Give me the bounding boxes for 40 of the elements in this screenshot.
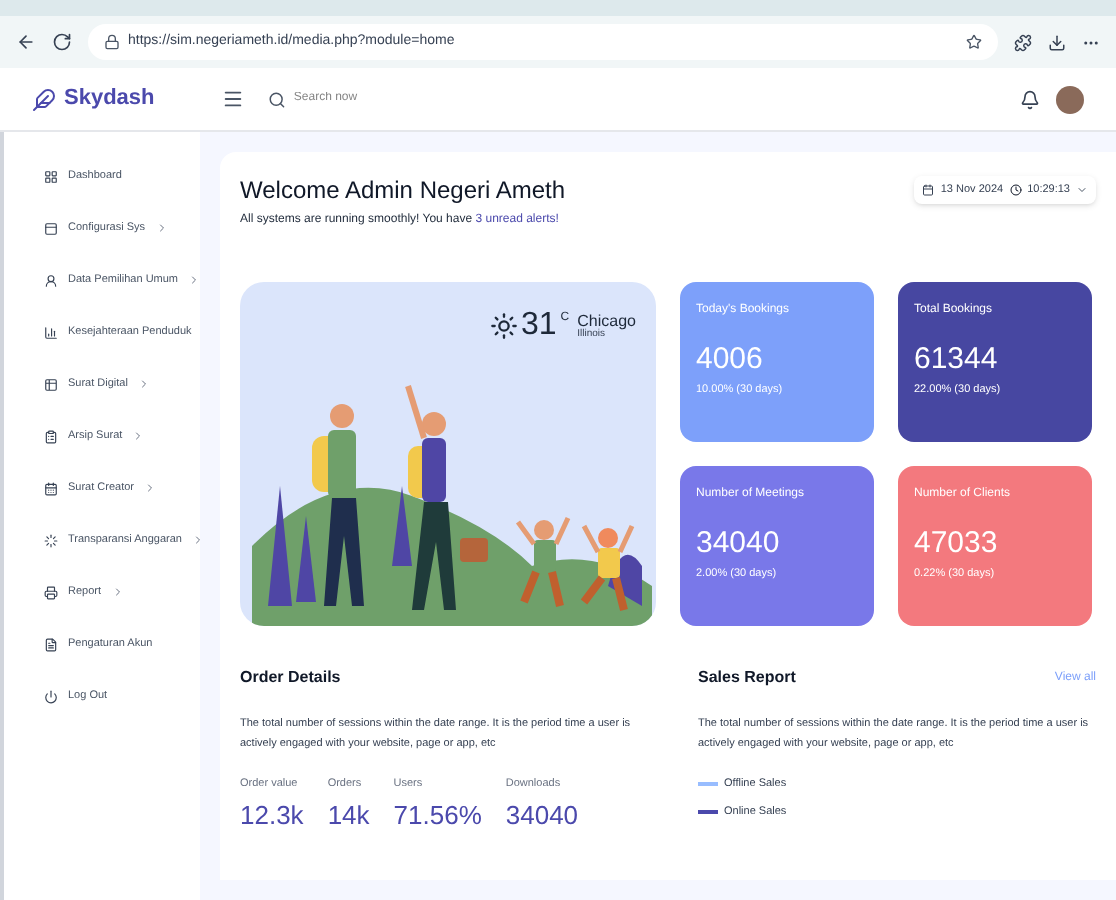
feather-logo-icon (32, 87, 56, 111)
layout-icon (44, 221, 58, 235)
notification-bell-icon[interactable] (1020, 89, 1040, 109)
avatar-placeholder[interactable] (1056, 85, 1084, 113)
stat-value: 61344 (914, 344, 1000, 374)
brand-name: Skydash (64, 84, 155, 115)
stat-number: 12.3k (240, 798, 304, 835)
clipboard-icon (44, 429, 58, 443)
download-icon[interactable] (1048, 33, 1066, 51)
back-icon[interactable] (16, 32, 36, 52)
extensions-icon[interactable] (1014, 33, 1032, 51)
power-icon (44, 689, 58, 703)
user-icon (44, 273, 58, 287)
star-icon[interactable] (966, 34, 982, 50)
table-icon (44, 377, 58, 391)
document-icon (44, 637, 58, 651)
loader-icon (44, 533, 58, 547)
stat-value: 4006 (696, 344, 765, 374)
stat-value: 47033 (914, 528, 1000, 558)
lock-icon (104, 34, 120, 50)
stat-number: 14k (327, 798, 370, 835)
menu-icon[interactable] (222, 88, 244, 110)
city-name: Chicago (577, 313, 636, 329)
printer-icon (44, 585, 58, 599)
order-details-title: Order Details (240, 666, 343, 690)
stat-value: 34040 (696, 528, 782, 558)
welcome-title: Welcome Admin Negeri Ameth (240, 174, 566, 208)
clock-icon (1009, 184, 1022, 197)
reload-icon[interactable] (52, 32, 72, 52)
stat-number: 34040 (505, 798, 579, 835)
calendar-icon (44, 481, 58, 495)
stat-number: 71.56% (393, 798, 482, 835)
temperature: 31 (521, 310, 557, 342)
search-icon (268, 89, 286, 109)
calendar-icon (922, 184, 935, 197)
bar-chart-icon (44, 325, 58, 339)
chevron-down-icon (1076, 184, 1088, 197)
grid-icon (44, 169, 58, 183)
sun-icon (489, 312, 517, 340)
sales-report-title: Sales Report (698, 666, 796, 690)
